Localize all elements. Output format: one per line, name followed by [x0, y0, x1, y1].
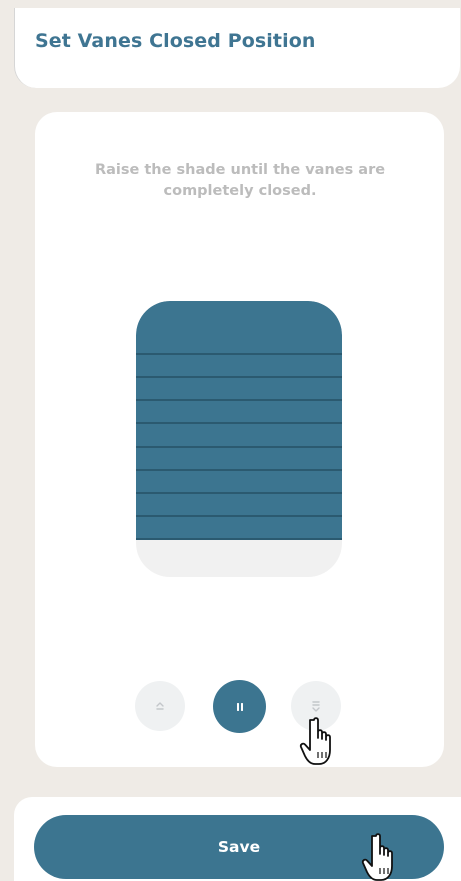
pause-icon: [236, 702, 243, 711]
hand-cursor-icon: [361, 833, 393, 881]
page-title: Set Vanes Closed Position: [35, 30, 316, 52]
vane-line: [136, 353, 342, 355]
header: Set Vanes Closed Position: [14, 8, 460, 88]
instruction-text: Raise the shade until the vanes are comp…: [94, 162, 386, 199]
vane-line: [136, 515, 342, 517]
vane-line: [136, 492, 342, 494]
app-screen: Set Vanes Closed Position Raise the shad…: [0, 0, 461, 881]
hand-cursor-icon: [299, 717, 331, 765]
vanes-panel: [136, 301, 342, 540]
vane-line: [136, 399, 342, 401]
vane-position-card: Raise the shade until the vanes are comp…: [35, 112, 444, 767]
chevron-up-icon: [156, 702, 164, 710]
vane-line: [136, 446, 342, 448]
vane-line: [136, 538, 342, 540]
shade-illustration: [136, 301, 342, 577]
chevron-down-icon: [312, 701, 320, 712]
vane-line: [136, 376, 342, 378]
raise-button[interactable]: [135, 681, 185, 731]
pause-button[interactable]: [213, 680, 266, 733]
vane-line: [136, 422, 342, 424]
vane-line: [136, 469, 342, 471]
